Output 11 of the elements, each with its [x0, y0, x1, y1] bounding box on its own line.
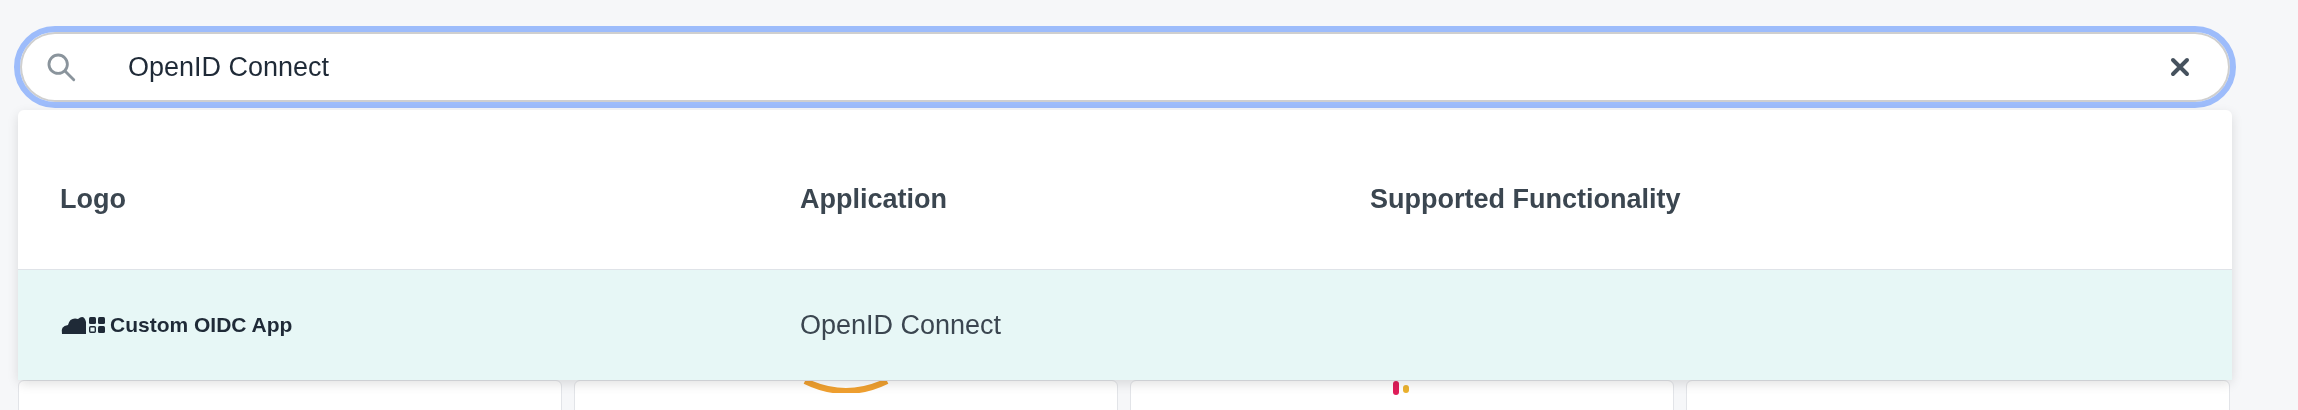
application-name: OpenID Connect — [800, 308, 1002, 342]
cloud-grid-icon — [60, 314, 106, 336]
search-field[interactable]: OpenID Connect — [14, 26, 2236, 108]
app-logo-text: Custom OIDC App — [110, 312, 293, 339]
result-row[interactable]: Custom OIDC App OpenID Connect — [18, 270, 2232, 380]
close-icon[interactable] — [2170, 57, 2190, 77]
column-header: Logo — [59, 183, 127, 217]
column-header: Application — [800, 183, 948, 217]
column-header: Supported Functionality — [1370, 183, 1682, 217]
search-input[interactable]: OpenID Connect — [128, 46, 2170, 88]
arc-icon — [801, 381, 891, 393]
